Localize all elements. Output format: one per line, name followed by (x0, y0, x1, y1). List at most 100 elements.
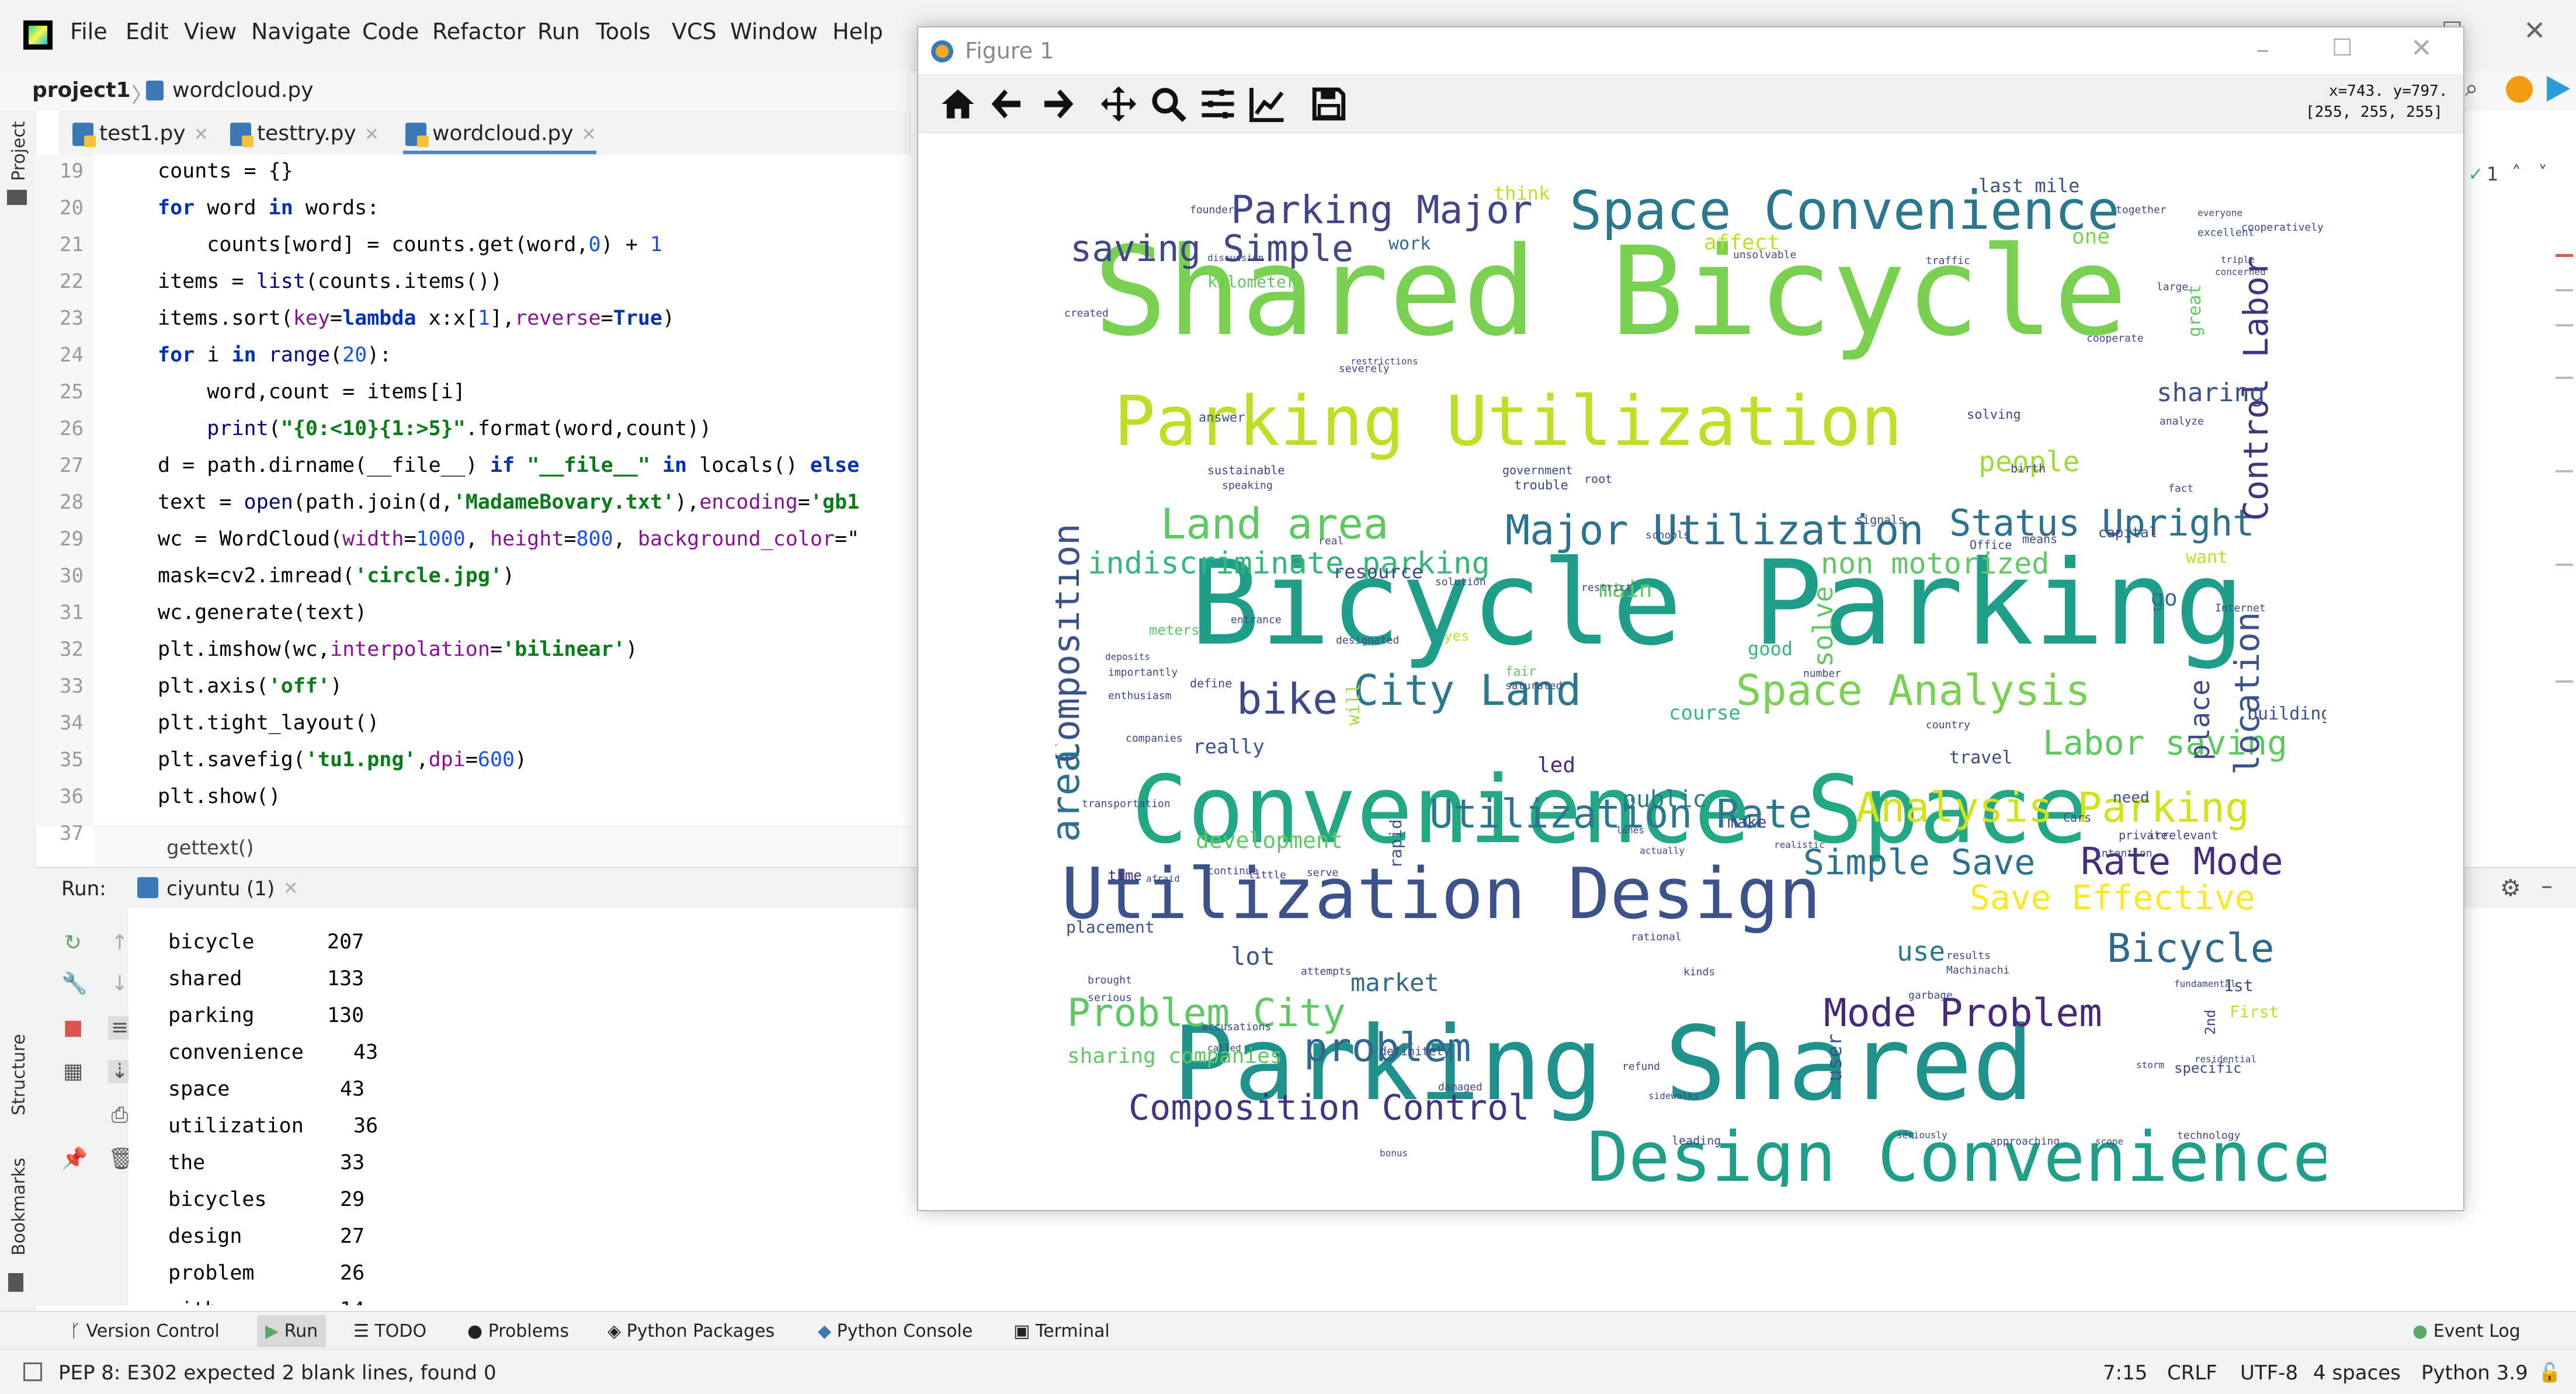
close-icon[interactable]: ✕ (582, 124, 596, 145)
close-icon[interactable]: ✕ (364, 124, 379, 145)
print-icon[interactable]: ⎙ (108, 1104, 131, 1127)
pin-icon[interactable]: 📌 (61, 1148, 88, 1171)
caret-position[interactable]: 7:15 (2103, 1361, 2147, 1385)
menu-code[interactable]: Code (362, 19, 419, 44)
tab-wordcloud[interactable]: wordcloud.py ✕ (403, 117, 596, 154)
save-icon[interactable] (1310, 85, 1348, 123)
breadcrumb-project[interactable]: project1 (32, 78, 131, 102)
tab-test1[interactable]: test1.py ✕ (70, 117, 209, 151)
error-stripe-mark[interactable] (2556, 254, 2573, 257)
menu-run[interactable]: Run (537, 19, 580, 44)
stripe-mark[interactable] (2556, 680, 2573, 683)
word-cloud-image: Shared BicycleBicycle ParkingConvenience… (1056, 175, 2326, 1187)
close-icon[interactable]: ✕ (194, 124, 209, 145)
stripe-mark[interactable] (2556, 564, 2573, 566)
menu-view[interactable]: View (184, 19, 237, 44)
ide-close-icon[interactable]: ✕ (2523, 15, 2546, 46)
word-cloud-word: scope (2095, 1136, 2123, 1147)
output-count: 27 (340, 1225, 365, 1248)
arrow-down-icon[interactable]: ↓ (108, 972, 131, 996)
chevron-down-icon[interactable]: ˅ (2538, 162, 2547, 184)
python-packages-tab[interactable]: ◈ Python Packages (607, 1321, 775, 1341)
home-icon[interactable] (939, 85, 977, 123)
menu-edit[interactable]: Edit (126, 19, 169, 44)
inspection-ok-icon[interactable]: ✓ (2468, 163, 2484, 185)
soft-wrap-icon[interactable]: ≡ (108, 1016, 131, 1040)
edit-axis-icon[interactable] (1248, 85, 1287, 123)
search-icon[interactable]: ⌕ (2465, 75, 2478, 102)
wrench-icon[interactable]: 🔧 (61, 972, 88, 996)
layout-icon[interactable]: ▦ (61, 1060, 85, 1083)
pan-icon[interactable] (1099, 85, 1138, 123)
menu-file[interactable]: File (70, 19, 107, 44)
stripe-mark[interactable] (2556, 470, 2573, 472)
jetbrains-toolbox-icon[interactable] (2547, 76, 2570, 102)
todo-tab[interactable]: ☰ TODO (353, 1321, 426, 1341)
menu-vcs[interactable]: VCS (672, 19, 717, 44)
subplots-icon[interactable] (1199, 85, 1237, 123)
folder-icon[interactable] (7, 190, 27, 205)
chevron-up-icon[interactable]: ˄ (2512, 162, 2521, 184)
event-log-label: Event Log (2433, 1321, 2521, 1341)
menu-refactor[interactable]: Refactor (432, 19, 525, 44)
python-interpreter[interactable]: Python 3.9 (2421, 1361, 2528, 1385)
scroll-to-end-icon[interactable]: ⇣ (108, 1060, 131, 1083)
minimize-icon[interactable]: – (2541, 872, 2553, 899)
back-arrow-icon[interactable] (988, 85, 1027, 123)
code-editor[interactable]: counts = {} for word in words: counts[wo… (93, 155, 911, 826)
minimize-icon[interactable]: – (2256, 33, 2269, 65)
stripe-mark[interactable] (2556, 289, 2573, 291)
tab-testtry[interactable]: testtry.py ✕ (228, 117, 379, 151)
menu-help[interactable]: Help (832, 19, 883, 44)
forward-arrow-icon[interactable] (1038, 85, 1077, 123)
trash-icon[interactable]: 🗑 (108, 1148, 135, 1171)
window-icon[interactable] (23, 1362, 42, 1381)
zoom-icon[interactable] (1149, 85, 1188, 123)
maximize-icon[interactable]: ☐ (2332, 34, 2353, 61)
indent-setting[interactable]: 4 spaces (2313, 1361, 2401, 1385)
word-cloud-word: brought (1088, 974, 1132, 986)
problems-tab[interactable]: ● Problems (467, 1321, 569, 1341)
bookmark-icon[interactable] (8, 1273, 23, 1292)
word-cloud-word: Bicycle (2107, 926, 2275, 972)
project-tool-tab[interactable]: Project (9, 121, 29, 181)
word-cloud-word: non motorized (1821, 547, 2049, 580)
rerun-icon[interactable]: ↻ (61, 931, 85, 955)
close-icon[interactable]: ✕ (2411, 33, 2432, 63)
close-icon[interactable]: ✕ (283, 878, 298, 899)
output-word: parking (168, 1004, 255, 1027)
lock-icon[interactable]: 🔓 (2538, 1361, 2561, 1383)
structure-tool-tab[interactable]: Structure (9, 1034, 29, 1115)
event-log-tab[interactable]: ● Event Log (2412, 1321, 2521, 1341)
gear-icon[interactable]: ⚙ (2500, 875, 2521, 902)
run-config-tab[interactable]: ciyuntu (1) (166, 877, 275, 901)
figure-title-bar[interactable]: Figure 1 – ☐ ✕ (918, 27, 2463, 74)
stripe-mark[interactable] (2556, 377, 2573, 379)
pixel-value-readout: [255, 255, 255] (2306, 103, 2443, 121)
python-console-tab[interactable]: ◆ Python Console (818, 1321, 973, 1341)
status-message[interactable]: PEP 8: E302 expected 2 blank lines, foun… (58, 1361, 497, 1385)
figure-window[interactable]: Figure 1 – ☐ ✕ x=743. y=797. [255, 255, … (917, 26, 2464, 1211)
word-cloud-word: signals (1856, 513, 1905, 527)
run-tab[interactable]: ▶ Run (257, 1315, 327, 1347)
stripe-mark[interactable] (2556, 324, 2573, 326)
code-line: plt.savefig('tu1.png',dpi=600) (158, 748, 527, 771)
line-number: 37 (60, 822, 84, 845)
menu-navigate[interactable]: Navigate (251, 19, 350, 44)
update-icon[interactable] (2506, 76, 2533, 103)
stop-icon[interactable]: ■ (61, 1016, 85, 1040)
breadcrumb-file[interactable]: wordcloud.py (172, 78, 314, 102)
word-cloud-word: rapid (1386, 819, 1405, 868)
terminal-tab[interactable]: ▣ Terminal (1013, 1321, 1110, 1341)
menu-tools[interactable]: Tools (596, 19, 651, 44)
word-cloud-word: bike (1237, 675, 1338, 724)
file-encoding[interactable]: UTF-8 (2240, 1361, 2298, 1385)
menu-window[interactable]: Window (730, 19, 818, 44)
bookmarks-tool-tab[interactable]: Bookmarks (9, 1157, 29, 1256)
word-cloud-word: kilometer (1207, 272, 1296, 291)
breadcrumb-function[interactable]: gettext() (166, 836, 254, 860)
line-separator[interactable]: CRLF (2167, 1361, 2217, 1385)
version-control-tab[interactable]: ᚴ Version Control (70, 1321, 220, 1341)
arrow-up-icon[interactable]: ↑ (108, 931, 131, 955)
code-line: plt.axis('off') (158, 675, 343, 698)
